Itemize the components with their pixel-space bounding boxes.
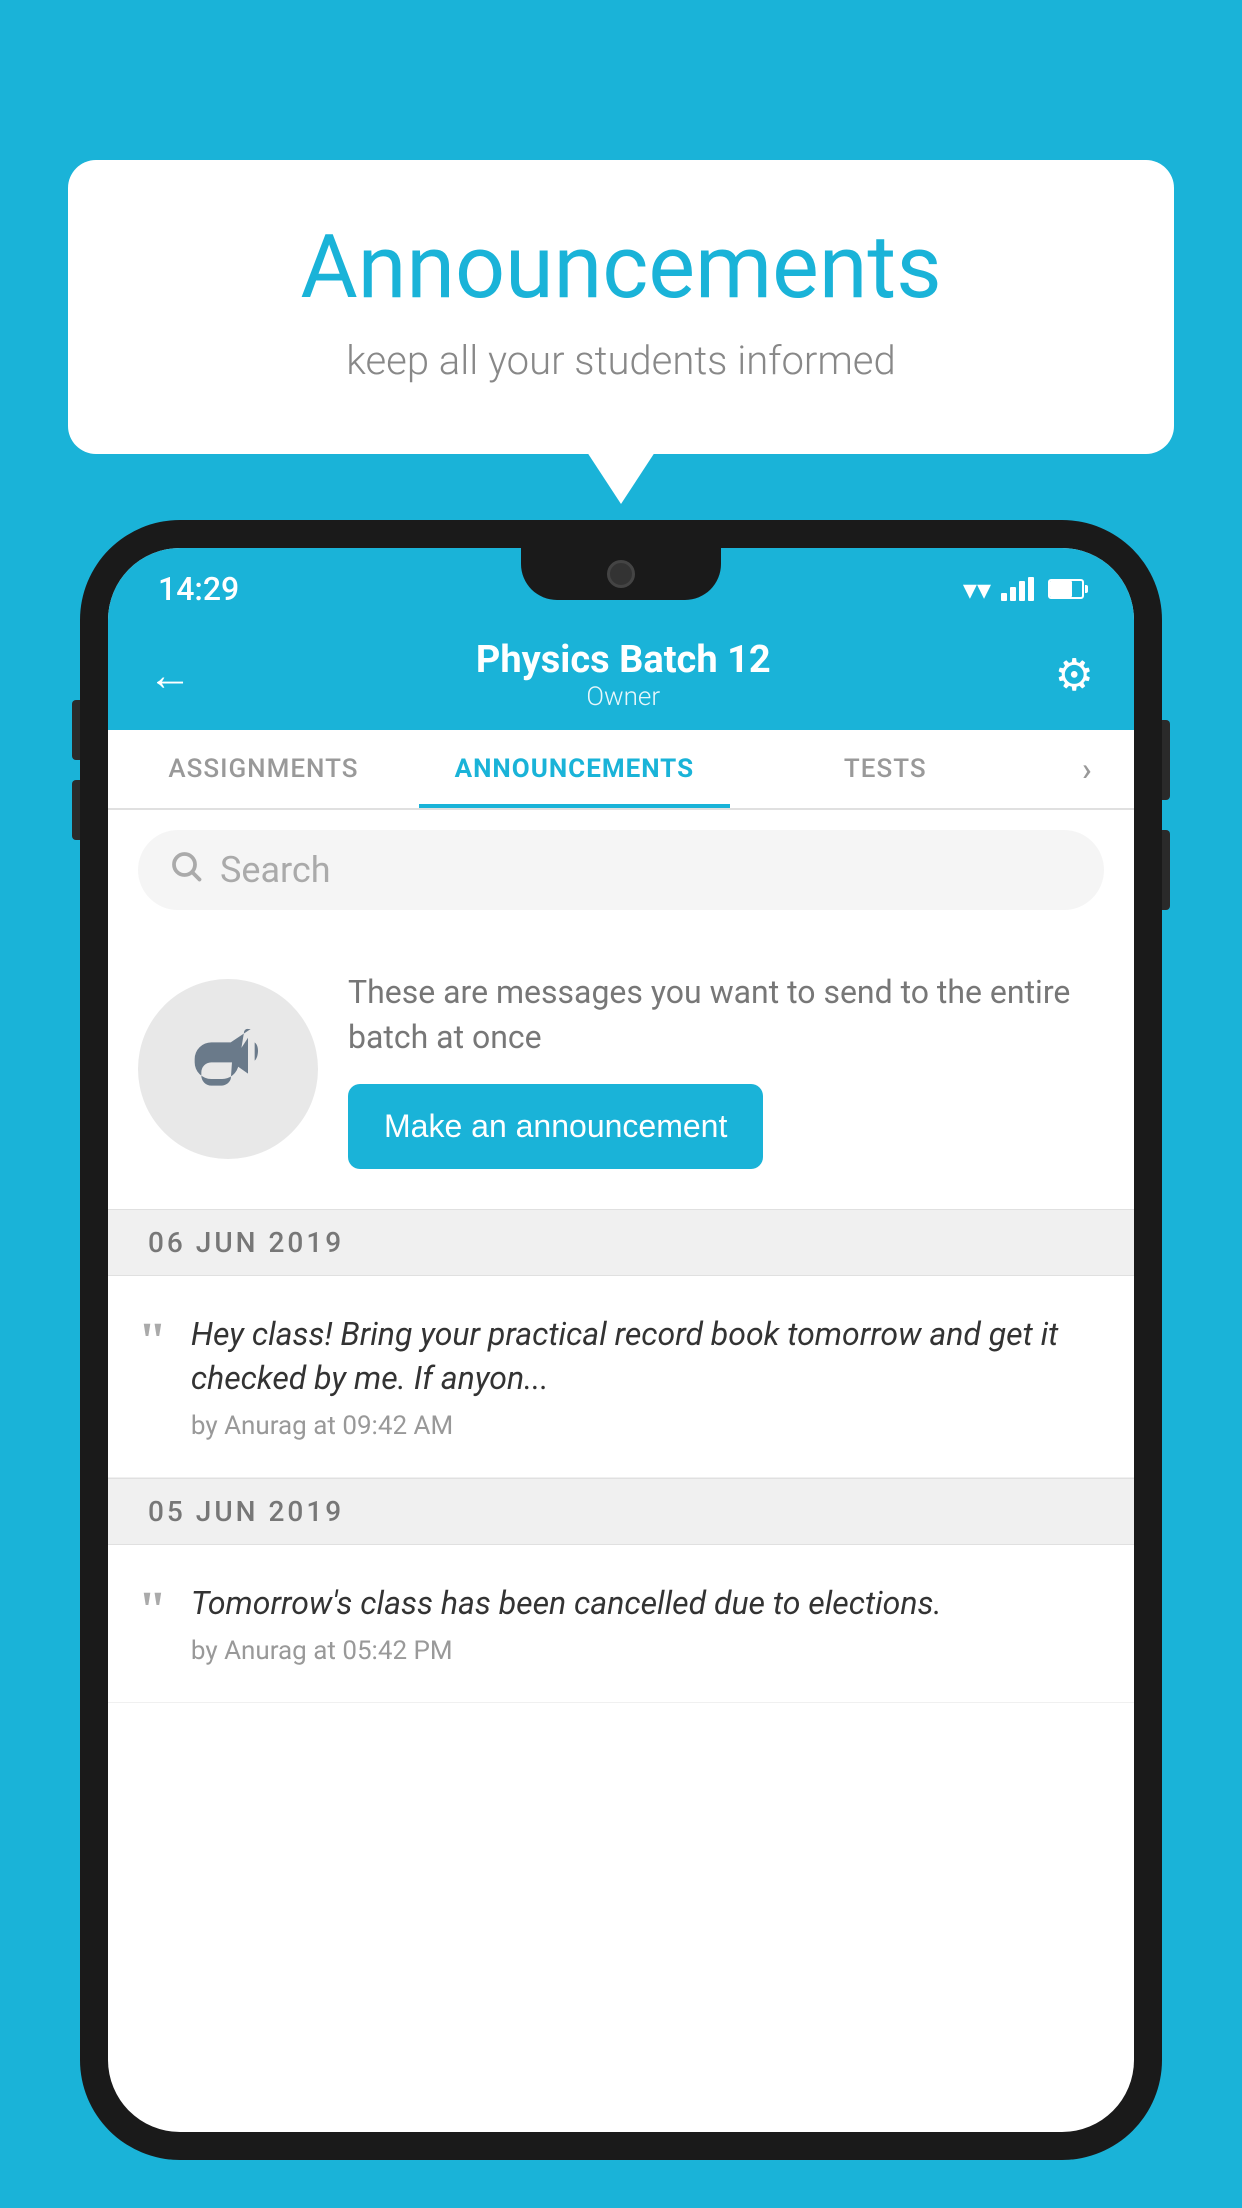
search-container: Search — [108, 810, 1134, 930]
announcement-text-2: Tomorrow's class has been cancelled due … — [191, 1581, 1104, 1626]
battery-fill — [1050, 581, 1072, 597]
phone-outer: 14:29 ▾▾ ← Phy — [80, 520, 1162, 2160]
status-icons: ▾▾ — [963, 573, 1084, 606]
phone-container: 14:29 ▾▾ ← Phy — [80, 520, 1162, 2208]
volume-button — [1162, 830, 1170, 910]
date-separator-1: 06 JUN 2019 — [108, 1209, 1134, 1276]
announcement-content-1: Hey class! Bring your practical record b… — [191, 1312, 1104, 1442]
signal-bar-3 — [1019, 581, 1025, 601]
volume-down-button — [72, 780, 80, 840]
wifi-icon: ▾▾ — [963, 573, 991, 606]
search-placeholder: Search — [220, 849, 331, 891]
announcement-content-2: Tomorrow's class has been cancelled due … — [191, 1581, 1104, 1666]
back-button[interactable]: ← — [148, 649, 192, 701]
make-announcement-button[interactable]: Make an announcement — [348, 1084, 763, 1169]
date-separator-2: 05 JUN 2019 — [108, 1478, 1134, 1545]
status-time: 14:29 — [158, 570, 239, 608]
phone-screen: 14:29 ▾▾ ← Phy — [108, 548, 1134, 2132]
signal-bar-1 — [1001, 593, 1007, 601]
promo-card: These are messages you want to send to t… — [108, 930, 1134, 1209]
announcement-text-1: Hey class! Bring your practical record b… — [191, 1312, 1104, 1402]
signal-bars — [1001, 577, 1034, 601]
signal-bar-4 — [1028, 577, 1034, 601]
batch-owner-label: Owner — [476, 682, 771, 712]
battery-icon — [1048, 579, 1084, 599]
announcement-author-1: by Anurag at 09:42 AM — [191, 1411, 1104, 1441]
search-icon — [168, 848, 204, 893]
announcements-subtitle: keep all your students informed — [148, 337, 1094, 384]
speech-bubble: Announcements keep all your students inf… — [68, 160, 1174, 454]
signal-bar-2 — [1010, 587, 1016, 601]
promo-icon-circle — [138, 979, 318, 1159]
tab-more[interactable]: › — [1041, 730, 1134, 808]
app-header: ← Physics Batch 12 Owner ⚙ — [108, 620, 1134, 730]
quote-icon-2: " — [138, 1585, 167, 1637]
tab-announcements[interactable]: ANNOUNCEMENTS — [419, 730, 730, 808]
search-bar[interactable]: Search — [138, 830, 1104, 910]
phone-notch — [521, 548, 721, 600]
tab-tests[interactable]: TESTS — [730, 730, 1041, 808]
power-button — [1162, 720, 1170, 800]
settings-icon[interactable]: ⚙ — [1055, 649, 1094, 701]
announcement-author-2: by Anurag at 05:42 PM — [191, 1636, 1104, 1666]
promo-content: These are messages you want to send to t… — [348, 970, 1104, 1169]
tabs-container: ASSIGNMENTS ANNOUNCEMENTS TESTS › — [108, 730, 1134, 810]
volume-up-button — [72, 700, 80, 760]
front-camera — [607, 560, 635, 588]
batch-title: Physics Batch 12 — [476, 638, 771, 682]
tab-assignments[interactable]: ASSIGNMENTS — [108, 730, 419, 808]
promo-description: These are messages you want to send to t… — [348, 970, 1104, 1060]
speech-bubble-container: Announcements keep all your students inf… — [68, 160, 1174, 454]
announcements-title: Announcements — [148, 220, 1094, 317]
header-title-area: Physics Batch 12 Owner — [476, 638, 771, 712]
quote-icon-1: " — [138, 1316, 167, 1368]
announcement-item-2[interactable]: " Tomorrow's class has been cancelled du… — [108, 1545, 1134, 1703]
megaphone-icon — [188, 1019, 268, 1119]
announcement-item-1[interactable]: " Hey class! Bring your practical record… — [108, 1276, 1134, 1479]
